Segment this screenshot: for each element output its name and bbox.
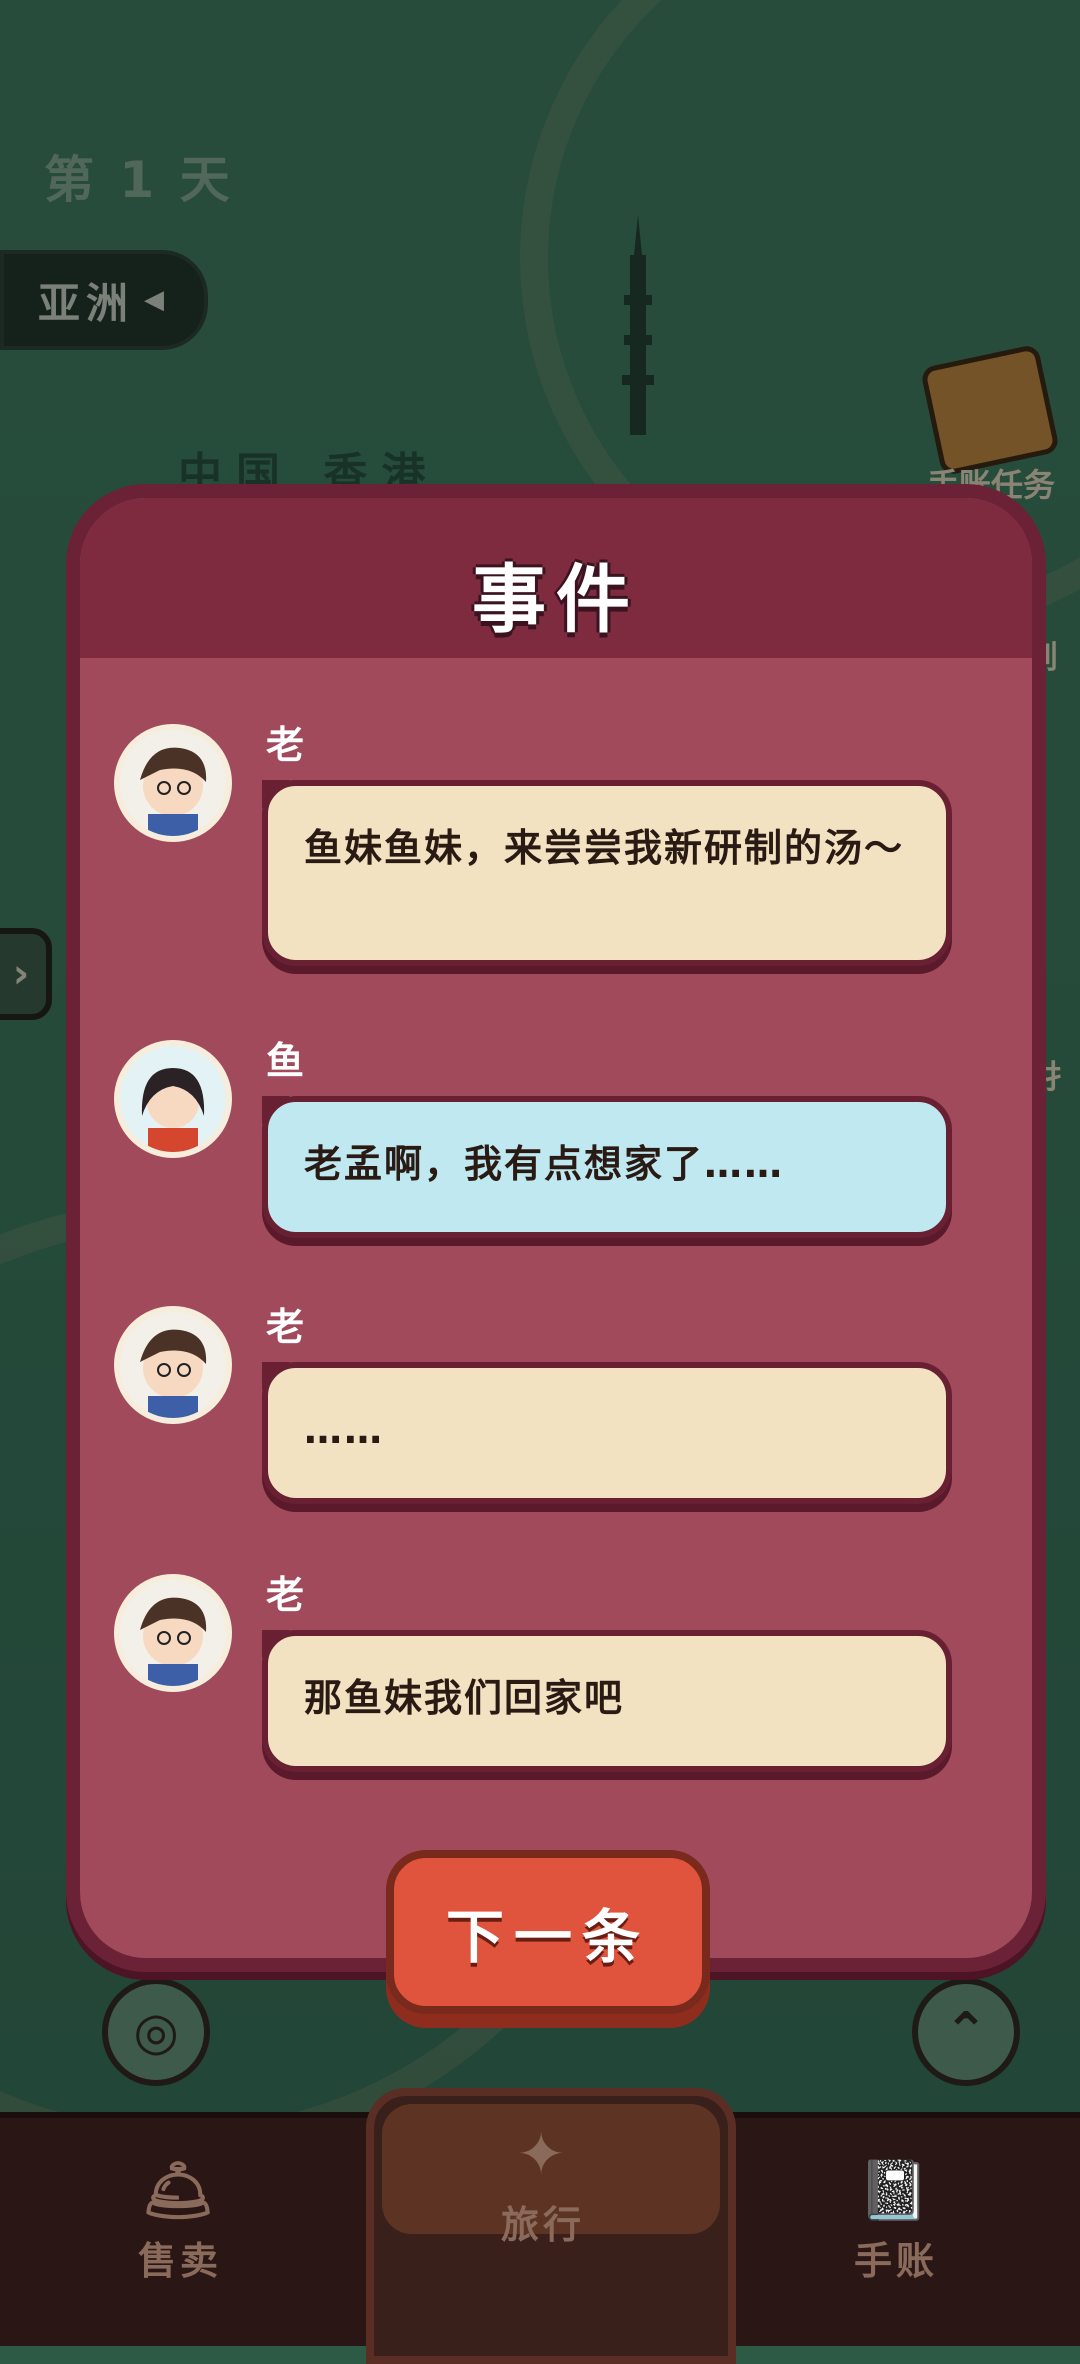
scroll-up-button[interactable]: ⌃ bbox=[912, 1978, 1020, 2086]
person-avatar-icon bbox=[140, 747, 207, 836]
tab-label: 售卖 bbox=[137, 2239, 222, 2283]
locate-button[interactable]: ◎ bbox=[102, 1978, 210, 2086]
person-avatar-icon bbox=[140, 1329, 207, 1418]
avatar-yumei bbox=[114, 1040, 232, 1158]
dialog-header: 事件 bbox=[80, 498, 1032, 658]
next-message-button[interactable]: 下一条 bbox=[386, 1850, 710, 2014]
tab-travel-content: ✦ 旅行 bbox=[433, 2122, 653, 2249]
speech-bubble: …… bbox=[262, 1362, 952, 1504]
person-avatar-icon bbox=[120, 1046, 226, 1152]
target-icon: ◎ bbox=[133, 2002, 179, 2062]
tab-label: 旅行 bbox=[500, 2203, 585, 2247]
dialog-title: 事件 bbox=[472, 557, 640, 643]
tab-sell[interactable]: 🛎 售卖 bbox=[70, 2158, 290, 2285]
speech-bubble: 老孟啊，我有点想家了…… bbox=[262, 1096, 952, 1238]
notebook-icon: 📓 bbox=[857, 2156, 935, 2224]
speech-bubble: 那鱼妹我们回家吧 bbox=[262, 1630, 952, 1772]
avatar-laomeng bbox=[114, 1574, 232, 1692]
traveler-icon: ✦ bbox=[516, 2120, 570, 2188]
speech-bubble: 鱼妹鱼妹，来尝尝我新研制的汤～ bbox=[262, 780, 952, 966]
chevron-up-icon: ⌃ bbox=[944, 2002, 988, 2062]
person-avatar-icon bbox=[140, 1597, 207, 1686]
tab-label: 手账 bbox=[853, 2239, 938, 2283]
avatar-laomeng bbox=[114, 724, 232, 842]
tab-journal[interactable]: 📓 手账 bbox=[786, 2158, 1006, 2285]
bell-icon: 🛎 bbox=[141, 2156, 219, 2224]
avatar-laomeng bbox=[114, 1306, 232, 1424]
tab-travel[interactable]: ✦ 旅行 bbox=[366, 2088, 736, 2364]
event-dialog: 事件 老孟 鱼妹鱼妹，来尝尝我新研制的汤～ 鱼妹 老孟啊，我有点想家了…… bbox=[66, 484, 1046, 1972]
